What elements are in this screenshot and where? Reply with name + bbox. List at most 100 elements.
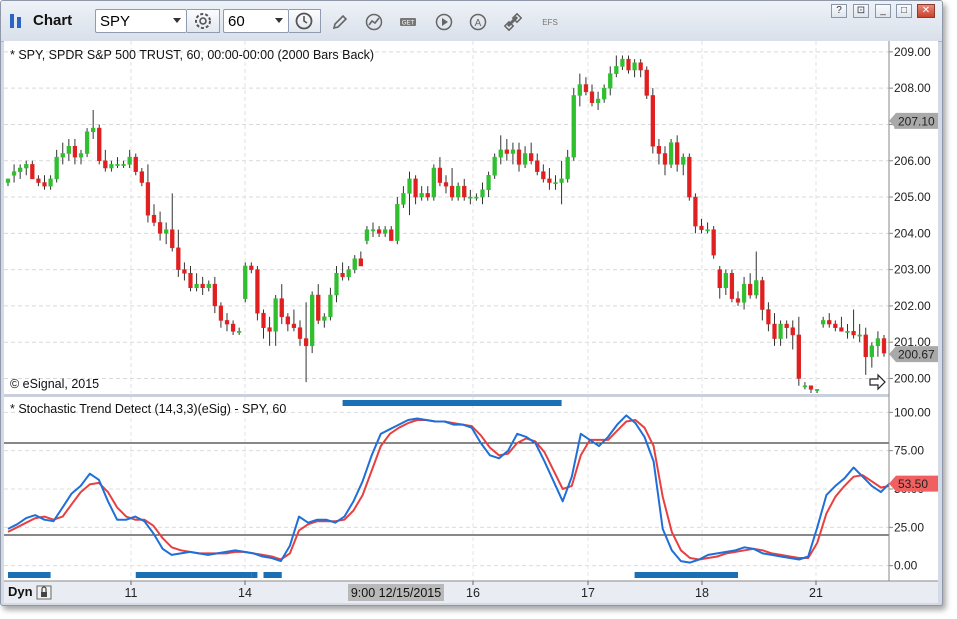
- close-button[interactable]: ✕: [917, 4, 935, 18]
- x-tick-label: 17: [581, 586, 595, 600]
- price-tick-label: 203.00: [894, 263, 931, 277]
- chevron-down-icon[interactable]: [275, 18, 283, 23]
- interval-value: 60: [228, 13, 245, 30]
- candle-up: [395, 204, 400, 241]
- candle-down: [535, 160, 540, 172]
- candle-down: [151, 214, 157, 223]
- candle-up: [814, 389, 820, 391]
- candle-down: [881, 338, 887, 354]
- candle-down: [462, 185, 467, 198]
- candle-up: [91, 127, 96, 132]
- interval-input[interactable]: 60: [223, 9, 289, 33]
- alerts-icon[interactable]: A: [469, 13, 487, 31]
- lock-icon[interactable]: [36, 585, 52, 600]
- candle-down: [748, 283, 753, 296]
- get-data-icon[interactable]: GET: [399, 13, 417, 31]
- chart-canvas[interactable]: * SPY, SPDR S&P 500 TRUST, 60, 00:00-00:…: [4, 41, 938, 603]
- candle-up: [310, 294, 315, 347]
- candle-up: [456, 185, 461, 198]
- indicator-tick-label: 100.00: [894, 405, 931, 419]
- candle-down: [303, 338, 309, 347]
- toolbar: Chart SPY 60 GET A EFS ? ⊡ _ □ ✕: [1, 1, 942, 42]
- candle-down: [796, 334, 801, 379]
- indicator-tick-label: 0.00: [894, 559, 918, 573]
- candle-down: [529, 153, 534, 162]
- indicator-tick-label: 25.00: [894, 520, 924, 534]
- candle-down: [97, 127, 102, 162]
- candle-up: [559, 178, 564, 183]
- candle-up: [754, 280, 759, 296]
- candle-down: [808, 385, 814, 390]
- efs-icon[interactable]: EFS: [539, 13, 561, 31]
- candle-down: [297, 327, 303, 339]
- candle-up: [802, 385, 808, 388]
- help-button[interactable]: ?: [831, 4, 847, 18]
- indicator-header: * Stochastic Trend Detect (14,3,3)(eSig)…: [10, 402, 286, 416]
- symbol-input[interactable]: SPY: [95, 9, 187, 33]
- candle-up: [522, 153, 528, 165]
- price-tick-label: 200.00: [894, 371, 931, 385]
- price-tick-label: 209.00: [894, 45, 931, 59]
- candle-down: [182, 269, 187, 274]
- candle-up: [632, 62, 637, 71]
- restore-button[interactable]: ⊡: [853, 4, 869, 18]
- candle-up: [474, 196, 479, 199]
- candle-up: [778, 323, 783, 339]
- link-icon[interactable]: [504, 13, 522, 31]
- candle-down: [291, 323, 297, 328]
- candle-up: [486, 175, 491, 191]
- candle-up: [419, 193, 424, 198]
- candle-up: [364, 229, 370, 241]
- candle-down: [735, 298, 741, 303]
- price-tick-label: 206.00: [894, 154, 931, 168]
- pane-splitter[interactable]: [4, 394, 938, 397]
- candle-up: [407, 178, 412, 194]
- candle-down: [139, 171, 144, 183]
- symbol-settings-button[interactable]: [187, 9, 220, 33]
- candle-down: [72, 145, 78, 158]
- candle-up: [510, 149, 516, 154]
- candle-down: [717, 269, 722, 289]
- candle-up: [60, 153, 65, 158]
- candle-down: [644, 69, 649, 96]
- play-replay-icon[interactable]: [435, 13, 453, 31]
- line-tools-icon[interactable]: [365, 13, 383, 31]
- candle-down: [340, 272, 345, 278]
- price-last-marker: 200.67: [898, 348, 935, 362]
- candle-up: [66, 145, 71, 154]
- candle-down: [790, 327, 795, 336]
- candle-up: [857, 334, 862, 337]
- candle-down: [157, 222, 163, 234]
- stochastic-last-marker: 53.50: [898, 477, 928, 491]
- chart-app-icon: [10, 14, 21, 28]
- candle-down: [766, 309, 771, 325]
- chevron-down-icon[interactable]: [173, 18, 181, 23]
- candle-up: [553, 182, 558, 184]
- svg-text:A: A: [475, 18, 482, 29]
- candle-down: [583, 84, 589, 93]
- x-tick-label: 11: [125, 586, 138, 600]
- minimize-button[interactable]: _: [875, 4, 891, 18]
- pencil-draw-icon[interactable]: [331, 13, 349, 31]
- dyn-mode-label[interactable]: Dyn: [8, 584, 33, 599]
- candle-down: [255, 269, 260, 314]
- trend-bar-down: [135, 572, 252, 578]
- candle-up: [705, 229, 710, 232]
- interval-settings-button[interactable]: [289, 9, 321, 33]
- price-high-marker: 207.10: [898, 114, 935, 128]
- candle-down: [413, 178, 418, 198]
- x-tick-label: 21: [809, 586, 823, 600]
- candle-up: [115, 164, 120, 166]
- price-header: * SPY, SPDR S&P 500 TRUST, 60, 00:00-00:…: [10, 48, 374, 62]
- candle-down: [261, 312, 266, 328]
- plot-area[interactable]: * SPY, SPDR S&P 500 TRUST, 60, 00:00-00:…: [4, 41, 938, 603]
- candle-up: [614, 66, 619, 74]
- indicator-tick-label: 75.00: [894, 444, 924, 458]
- candle-up: [869, 345, 874, 357]
- candle-down: [662, 153, 668, 165]
- candle-up: [492, 156, 497, 176]
- candle-up: [109, 164, 114, 169]
- candle-up: [121, 164, 126, 166]
- candle-down: [504, 149, 509, 154]
- maximize-button[interactable]: □: [896, 4, 912, 18]
